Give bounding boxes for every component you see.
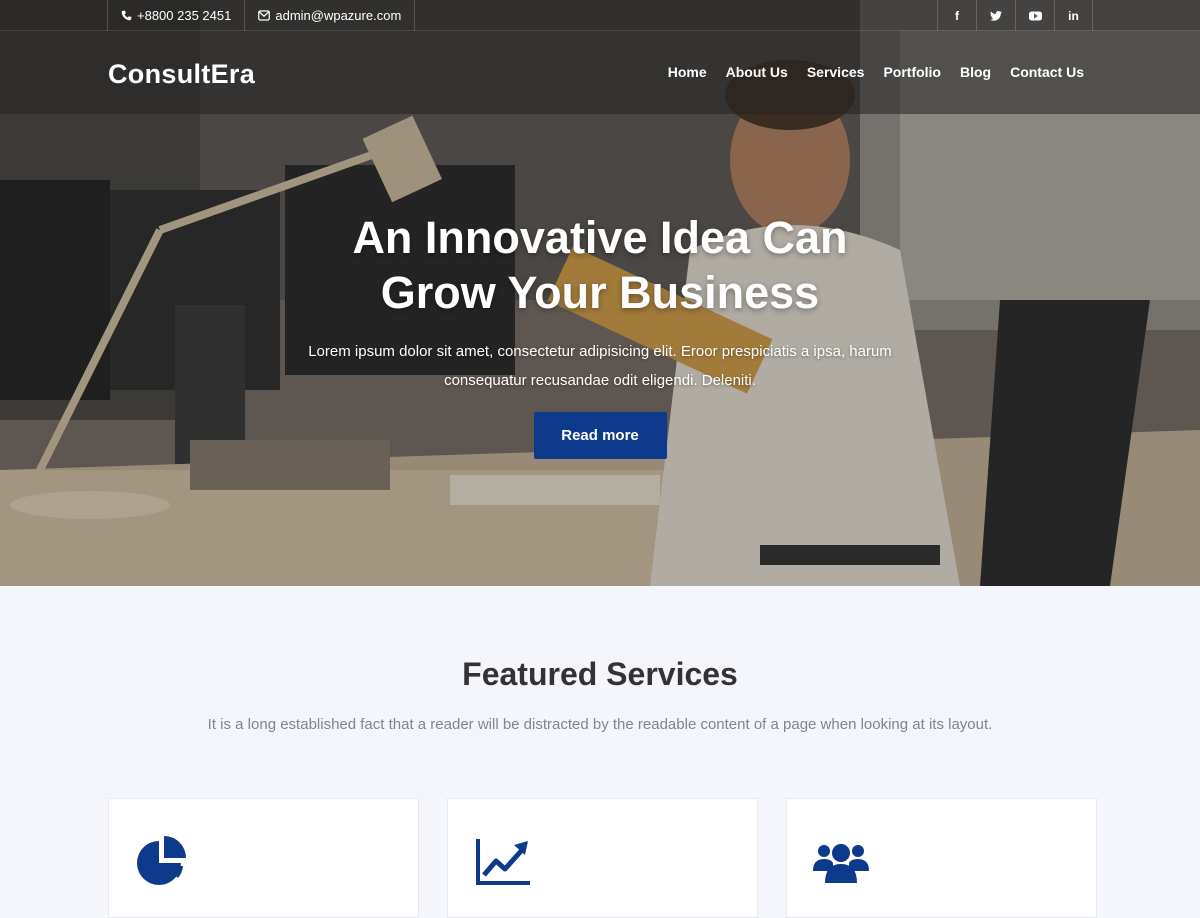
service-card[interactable] [108,798,419,918]
section-title: Featured Services [462,656,738,692]
nav-item-blog[interactable]: Blog [960,64,991,80]
facebook-icon: f [955,8,959,23]
youtube-link[interactable] [1015,0,1054,31]
email-address: admin@wpazure.com [275,8,402,23]
contact-info: +8800 235 2451 admin@wpazure.com [107,0,416,31]
main-navbar: ConsultEra Home About Us Services Portfo… [0,31,1200,114]
linkedin-icon: in [1068,8,1079,23]
phone-contact[interactable]: +8800 235 2451 [107,0,244,31]
hero-subtitle: Lorem ipsum dolor sit amet, consectetur … [308,343,892,389]
pie-chart-icon [137,836,186,885]
service-cards [108,798,1097,918]
linkedin-link[interactable]: in [1054,0,1093,31]
facebook-link[interactable]: f [937,0,976,31]
site-logo[interactable]: ConsultEra [108,59,255,90]
service-card[interactable] [447,798,758,918]
hero-section: +8800 235 2451 admin@wpazure.com f in Co… [0,0,1200,586]
nav-item-services[interactable]: Services [807,64,865,80]
nav-item-portfolio[interactable]: Portfolio [883,64,941,80]
phone-icon [121,10,132,21]
featured-services-section: Featured Services It is a long establish… [0,586,1200,918]
nav-item-about-us[interactable]: About Us [726,64,788,80]
hero-title: An Innovative Idea Can Grow Your Busines… [352,212,848,318]
section-subtitle: It is a long established fact that a rea… [207,716,993,733]
social-links: f in [937,0,1093,31]
twitter-link[interactable] [976,0,1015,31]
envelope-icon [258,10,271,21]
phone-number: +8800 235 2451 [137,8,232,23]
main-menu: Home About Us Services Portfolio Blog Co… [649,64,1084,80]
top-bar: +8800 235 2451 admin@wpazure.com f in [0,0,1200,31]
service-card[interactable] [786,798,1097,918]
nav-item-home[interactable]: Home [668,64,707,80]
users-icon [813,844,869,883]
youtube-icon [1028,11,1042,20]
twitter-icon [990,10,1002,21]
email-contact[interactable]: admin@wpazure.com [244,0,416,31]
line-chart-icon [476,839,530,885]
nav-item-contact-us[interactable]: Contact Us [1010,64,1084,80]
hero-content: An Innovative Idea Can Grow Your Busines… [0,210,1200,459]
read-more-button[interactable]: Read more [533,412,667,459]
